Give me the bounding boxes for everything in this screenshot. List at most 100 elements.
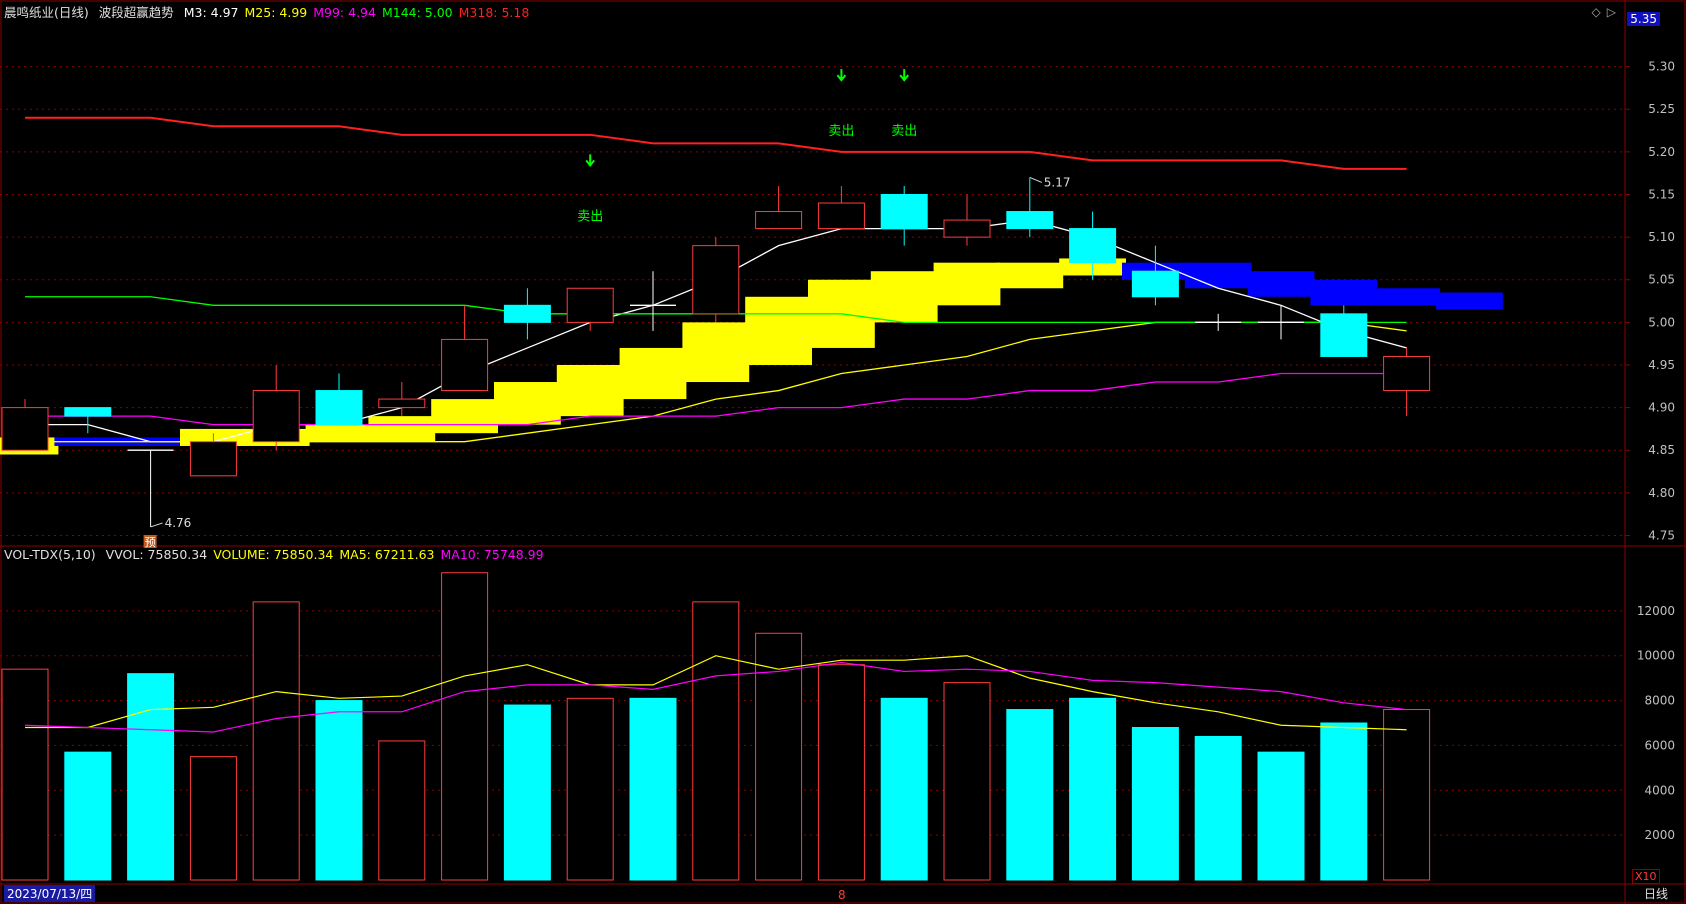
sell-label: 卖出 bbox=[828, 124, 854, 139]
volume-pane-header: VOL-TDX(5,10) VVOL: 75850.34 VOLUME: 7585… bbox=[4, 546, 556, 564]
volume-bar bbox=[441, 572, 489, 881]
price-tick-label: 5.30 bbox=[1648, 60, 1675, 74]
trend-band-segment bbox=[494, 382, 561, 425]
price-tick-label: 5.25 bbox=[1648, 102, 1675, 116]
trend-band-segment bbox=[996, 262, 1064, 289]
volume-tick-label: 4000 bbox=[1644, 783, 1675, 797]
candle-body bbox=[64, 407, 112, 417]
volume-bar bbox=[817, 664, 865, 881]
price-tick-label: 5.15 bbox=[1648, 187, 1675, 201]
candle-body bbox=[1069, 228, 1117, 264]
volume-bar bbox=[1131, 726, 1179, 881]
candle-body bbox=[1320, 313, 1368, 357]
ma-legend-item: M144: 5.00 bbox=[381, 5, 453, 20]
volume-bar bbox=[315, 700, 363, 881]
trend-band-segment bbox=[682, 322, 750, 383]
volume-tick-label: 10000 bbox=[1637, 649, 1675, 663]
trend-band-segment bbox=[1373, 288, 1440, 306]
ma-legend-item: M318: 5.18 bbox=[458, 5, 530, 20]
candle-body bbox=[566, 287, 614, 323]
volume-bar bbox=[503, 704, 551, 881]
sell-arrow-icon bbox=[899, 69, 909, 82]
candle-body bbox=[441, 338, 489, 392]
trend-band-segment bbox=[619, 347, 687, 400]
trend-band-segment bbox=[870, 271, 938, 323]
trend-band-segment bbox=[1184, 262, 1252, 289]
expand-icon[interactable]: ▷ bbox=[1607, 5, 1622, 19]
volume-bar bbox=[189, 756, 237, 881]
period-label[interactable]: 日线 bbox=[1644, 885, 1668, 902]
volume-bar bbox=[943, 682, 991, 881]
candle-body bbox=[1383, 355, 1431, 392]
volume-bar bbox=[1383, 709, 1431, 881]
stock-title[interactable]: 晨鸣纸业(日线) bbox=[4, 5, 89, 20]
candle-body bbox=[692, 245, 740, 315]
vol-legend: VVOL: 75850.34 VOLUME: 75850.34 MA5: 67211… bbox=[106, 547, 550, 562]
current-price-box: 5.35 bbox=[1627, 12, 1660, 26]
volume-bar bbox=[378, 740, 426, 881]
volume-tick-label: 8000 bbox=[1644, 694, 1675, 708]
trend-band-segment bbox=[1436, 292, 1503, 310]
volume-bar bbox=[692, 601, 740, 881]
volume-bar bbox=[880, 697, 928, 881]
trend-band-segment bbox=[368, 416, 436, 442]
price-tick-label: 5.10 bbox=[1648, 230, 1675, 244]
ma-legend: M3: 4.97 M25: 4.99 M99: 4.94 M144: 5.00 M318… bbox=[184, 5, 536, 20]
sell-label: 卖出 bbox=[577, 209, 603, 224]
candle-body bbox=[1131, 270, 1179, 298]
candle-body bbox=[252, 390, 300, 443]
trend-band-segment bbox=[1310, 279, 1378, 306]
volume-bar bbox=[1320, 722, 1368, 881]
high-pointer bbox=[1029, 176, 1042, 183]
candle-body bbox=[817, 202, 865, 230]
volume-bar bbox=[755, 632, 803, 881]
vol-legend-item: MA5: 67211.63 bbox=[339, 547, 435, 562]
volume-tick-label: 6000 bbox=[1644, 738, 1675, 752]
price-tick-label: 5.00 bbox=[1648, 315, 1675, 329]
vol-indicator-title[interactable]: VOL-TDX(5,10) bbox=[4, 547, 96, 562]
candle-body bbox=[503, 304, 551, 323]
low-price-label: 4.76 bbox=[165, 516, 192, 530]
price-tick-label: 4.95 bbox=[1648, 358, 1675, 372]
volume-bar bbox=[252, 601, 300, 881]
vol-unit-label: X10 bbox=[1632, 869, 1660, 884]
vol-legend-item: VVOL: 75850.34 bbox=[105, 547, 208, 562]
candle-body bbox=[378, 398, 426, 409]
trend-band-segment bbox=[556, 364, 624, 417]
price-tick-label: 4.75 bbox=[1648, 528, 1675, 542]
volume-bar bbox=[64, 751, 112, 881]
volume-bar bbox=[1006, 709, 1054, 881]
sell-arrow-icon bbox=[836, 69, 847, 82]
volume-layer[interactable] bbox=[1, 572, 1431, 881]
candle-body bbox=[880, 193, 928, 230]
vol-legend-item: VOLUME: 75850.34 bbox=[213, 547, 334, 562]
trend-band-segment bbox=[431, 399, 498, 434]
candle-body bbox=[755, 211, 803, 230]
candle-body bbox=[315, 390, 363, 426]
candle-body bbox=[1006, 211, 1054, 230]
sell-label: 卖出 bbox=[891, 124, 917, 139]
candle-body bbox=[189, 441, 237, 477]
volume-bar bbox=[1069, 697, 1117, 881]
price-tick-label: 5.05 bbox=[1648, 273, 1675, 287]
candle-body bbox=[1, 407, 49, 451]
price-tick-label: 5.20 bbox=[1648, 145, 1675, 159]
price-tick-label: 4.85 bbox=[1648, 443, 1675, 457]
trend-band-segment bbox=[745, 296, 812, 365]
window-controls[interactable]: ◇▷ bbox=[1592, 5, 1622, 19]
candle-body bbox=[943, 219, 991, 238]
trend-band-segment bbox=[305, 424, 373, 442]
volume-bar bbox=[1, 668, 49, 881]
indicator-title[interactable]: 波段超赢趋势 bbox=[99, 5, 174, 20]
stock-chart[interactable]: 卖出卖出 卖出5.174.76预 4.754.804.854.904.955.00… bbox=[0, 0, 1686, 904]
volume-tick-label: 2000 bbox=[1644, 828, 1675, 842]
volume-tick-label: 12000 bbox=[1637, 604, 1675, 618]
ma-legend-item: M3: 4.97 bbox=[183, 5, 239, 20]
price-pane-header: 晨鸣纸业(日线) 波段超赢趋势 M3: 4.97 M25: 4.99 M99: 4.… bbox=[4, 4, 541, 22]
trend-band-segment bbox=[1247, 271, 1315, 297]
ma-legend-item: M99: 4.94 bbox=[313, 5, 376, 20]
ma-line-m318 bbox=[25, 116, 1407, 170]
date-label: 2023/07/13/四 bbox=[4, 885, 96, 902]
vol-legend-item: MA10: 75748.99 bbox=[440, 547, 544, 562]
sell-arrow-icon bbox=[585, 154, 595, 167]
